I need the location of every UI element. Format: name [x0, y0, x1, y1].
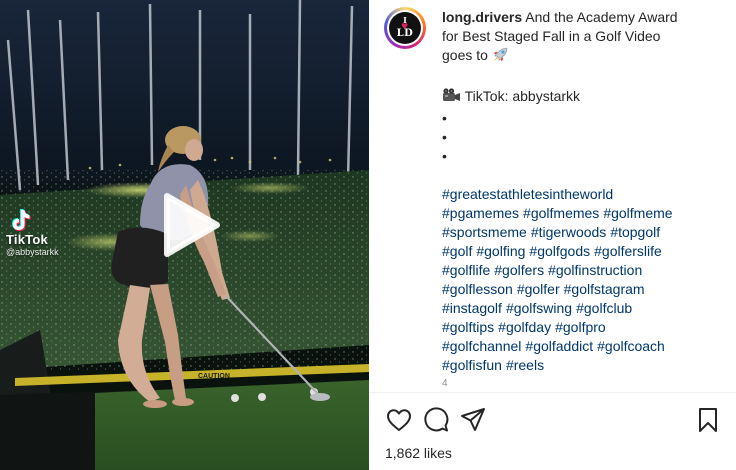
rocket-emoji — [492, 46, 509, 68]
hashtag-link[interactable]: #instagolf — [442, 300, 502, 316]
hashtag-link[interactable]: #golflesson — [442, 281, 513, 297]
hashtag-line: #golfchannel #golfaddict #golfcoach — [442, 337, 722, 356]
hashtag-link[interactable]: #golfmeme — [603, 205, 672, 221]
hashtag-link[interactable]: #golfcoach — [597, 338, 665, 354]
hashtag-link[interactable]: #golfpro — [555, 319, 606, 335]
hashtag-list: #greatestathletesintheworld #pgamemes #gol… — [442, 185, 722, 375]
hashtag-link[interactable]: #golfer — [517, 281, 560, 297]
like-button[interactable] — [383, 404, 415, 436]
hashtag-link[interactable]: #tigerwoods — [531, 224, 607, 240]
hashtag-link[interactable]: #golfing — [476, 243, 525, 259]
hashtag-line: #greatestathletesintheworld — [442, 185, 722, 204]
caption-line: And the Academy Award — [525, 9, 678, 25]
hashtag-line: #instagolf #golfswing #golfclub — [442, 299, 722, 318]
hashtag-line: #golfisfun #reels — [442, 356, 722, 375]
bookmark-icon — [699, 408, 717, 432]
hashtag-link[interactable]: #golfswing — [506, 300, 572, 316]
comment-icon — [424, 407, 449, 432]
hashtag-link[interactable]: #reels — [506, 357, 544, 373]
hashtag-link[interactable]: #golfchannel — [442, 338, 521, 354]
hashtag-link[interactable]: #golf — [442, 243, 472, 259]
hashtag-line: #golf #golfing #golfgods #golferslife — [442, 242, 722, 261]
caption: long.drivers And the Academy Award for B… — [442, 8, 722, 375]
avatar-logo-text: LD — [396, 28, 414, 39]
hashtag-line: #golftips #golfday #golfpro — [442, 318, 722, 337]
avatar[interactable]: I ♥ LD — [384, 7, 426, 49]
likes-count[interactable]: 1,862 likes — [385, 445, 452, 461]
hashtag-line: #golflife #golfers #golfinstruction — [442, 261, 722, 280]
post-panel: I ♥ LD long.drivers And the Academy Awar… — [369, 0, 736, 470]
tiktok-handle-text: @abbystarkk — [6, 247, 59, 257]
bullet: • — [442, 129, 447, 145]
hashtag-link[interactable]: #golflife — [442, 262, 490, 278]
caption-line: for Best Staged Fall in a Golf Video — [442, 28, 661, 44]
hashtag-link[interactable]: #golferslife — [594, 243, 662, 259]
hashtag-link[interactable]: #golfers — [494, 262, 544, 278]
hashtag-line: #pgamemes #golfmemes #golfmeme — [442, 204, 722, 223]
comment-button[interactable] — [420, 404, 452, 436]
hashtag-link[interactable]: #golfinstruction — [548, 262, 642, 278]
save-button[interactable] — [692, 404, 724, 436]
post-caption-area: I ♥ LD long.drivers And the Academy Awar… — [369, 0, 736, 392]
tiktok-watermark: TikTok @abbystarkk — [6, 206, 59, 257]
share-button[interactable] — [457, 404, 489, 436]
caption-line: goes to — [442, 47, 488, 63]
hashtag-link[interactable]: #golfmemes — [523, 205, 599, 221]
hashtag-line: #golflesson #golfer #golfstagram — [442, 280, 722, 299]
hashtag-link[interactable]: #golfclub — [576, 300, 632, 316]
play-icon[interactable] — [155, 190, 225, 260]
hashtag-link[interactable]: #golfday — [498, 319, 551, 335]
credit-text: TikTok: abbystarkk — [464, 88, 581, 104]
hashtag-line: #sportsmeme #tigerwoods #topgolf — [442, 223, 722, 242]
tiktok-brand-text: TikTok — [6, 232, 48, 247]
camera-emoji — [442, 87, 461, 109]
hashtag-link[interactable]: #golfgods — [529, 243, 590, 259]
action-bar: 1,862 likes — [369, 393, 736, 470]
hashtag-link[interactable]: #golfisfun — [442, 357, 502, 373]
bullet: • — [442, 110, 447, 126]
video-player[interactable]: CAUTION TikTok @abbystarkk — [0, 0, 369, 470]
hashtag-link[interactable]: #golftips — [442, 319, 494, 335]
truncated-comment: 4 — [442, 378, 448, 389]
username-link[interactable]: long.drivers — [442, 9, 522, 25]
tiktok-logo-icon — [12, 209, 31, 231]
hashtag-link[interactable]: #topgolf — [610, 224, 660, 240]
bullet: • — [442, 148, 447, 164]
share-icon — [461, 408, 485, 431]
hashtag-link[interactable]: #golfstagram — [564, 281, 645, 297]
hashtag-link[interactable]: #golfaddict — [525, 338, 593, 354]
hashtag-link[interactable]: #sportsmeme — [442, 224, 527, 240]
hashtag-link[interactable]: #greatestathletesintheworld — [442, 186, 613, 202]
hashtag-link[interactable]: #pgamemes — [442, 205, 519, 221]
heart-icon — [387, 409, 411, 431]
